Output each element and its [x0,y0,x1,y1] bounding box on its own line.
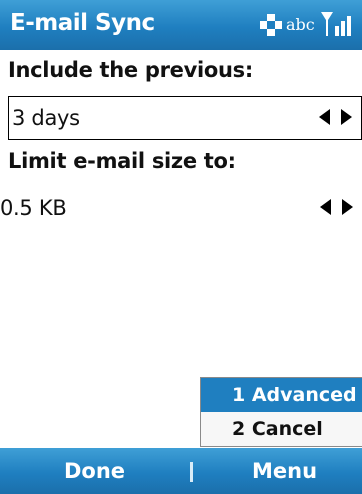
menu-softkey[interactable]: Menu [252,459,317,483]
input-mode-indicator: abc [286,15,315,34]
arrow-left-icon[interactable] [320,199,331,215]
softkey-divider [190,462,193,482]
title-bar: E-mail Sync abc [0,0,362,50]
include-previous-value: 3 days [12,106,80,130]
menu-item-advanced[interactable]: 1 Advanced [201,378,362,412]
spinner-arrows-icon[interactable] [315,109,355,129]
dpad-icon [260,14,282,36]
include-previous-label: Include the previous: [8,58,253,82]
include-previous-spinner[interactable]: 3 days [8,96,362,140]
softkey-bar: Done Menu [0,448,362,494]
limit-size-spinner[interactable]: 0.5 KB [0,187,362,231]
arrow-right-icon[interactable] [342,199,353,215]
signal-icon [321,12,351,36]
limit-size-value: 0.5 KB [0,196,67,220]
menu-item-cancel[interactable]: 2 Cancel [201,412,362,446]
spinner-arrows-icon[interactable] [316,199,356,219]
done-softkey[interactable]: Done [64,459,125,483]
arrow-left-icon[interactable] [319,109,330,125]
popup-menu: 1 Advanced 2 Cancel [200,377,362,447]
arrow-right-icon[interactable] [341,109,352,125]
limit-size-label: Limit e-mail size to: [8,149,236,173]
page-title: E-mail Sync [10,10,155,36]
